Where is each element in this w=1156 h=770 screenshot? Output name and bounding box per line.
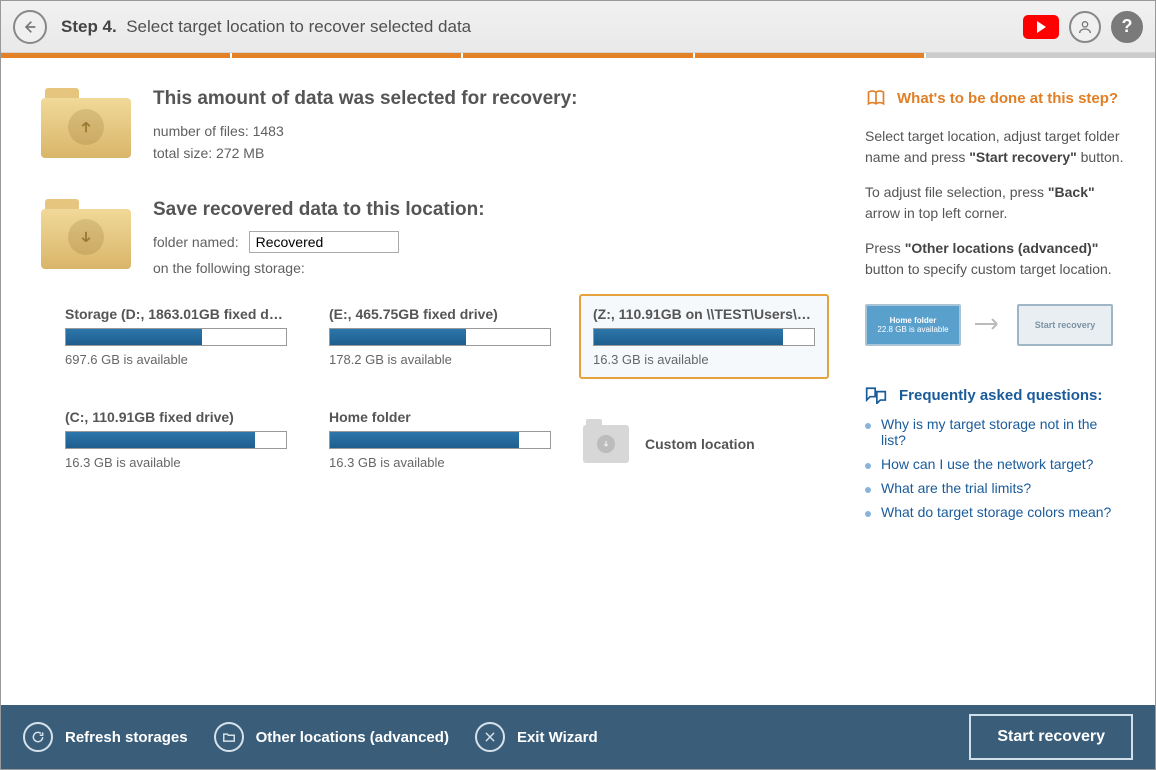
storage-available: 16.3 GB is available [65, 455, 287, 470]
storage-available: 697.6 GB is available [65, 352, 287, 367]
start-recovery-button[interactable]: Start recovery [969, 714, 1133, 760]
folder-name-label: folder named: [153, 231, 239, 253]
arrow-right-icon [975, 317, 1003, 334]
help-p2: To adjust file selection, press "Back" a… [865, 182, 1125, 224]
refresh-icon [23, 722, 53, 752]
folder-download-icon [583, 425, 629, 463]
storage-usage-bar [329, 431, 551, 449]
storage-name: (C:, 110.91GB fixed drive) [65, 409, 287, 425]
faq-list: Why is my target storage not in the list… [865, 416, 1125, 520]
help-diagram: Home folder 22.8 GB is available Start r… [865, 304, 1125, 346]
save-block: Save recovered data to this location: fo… [41, 199, 835, 280]
storage-grid: Storage (D:, 1863.01GB fixed drive) 697.6… [51, 294, 835, 482]
storage-available: 16.3 GB is available [593, 352, 815, 367]
storage-name: (Z:, 110.91GB on \\TEST\Users\Pu... [593, 306, 815, 322]
step-prefix: Step 4. [61, 17, 117, 36]
help-p3: Press "Other locations (advanced)" butto… [865, 238, 1125, 280]
faq-icon [865, 386, 887, 404]
diagram-target-box: Start recovery [1017, 304, 1113, 346]
help-p1: Select target location, adjust target fo… [865, 126, 1125, 168]
summary-files: number of files: 1483 [153, 120, 577, 142]
faq-link[interactable]: What do target storage colors mean? [881, 504, 1111, 520]
storage-name: Home folder [329, 409, 551, 425]
storage-name: (E:, 465.75GB fixed drive) [329, 306, 551, 322]
storage-option[interactable]: Storage (D:, 1863.01GB fixed drive) 697.6… [51, 294, 301, 379]
close-icon [475, 722, 505, 752]
faq-heading: Frequently asked questions: [865, 386, 1125, 404]
book-icon [865, 88, 887, 108]
exit-wizard-button[interactable]: Exit Wizard [475, 722, 598, 752]
save-sub: on the following storage: [153, 257, 485, 279]
storage-option[interactable]: Home folder 16.3 GB is available [315, 397, 565, 482]
faq-link[interactable]: How can I use the network target? [881, 456, 1093, 472]
footer-bar: Refresh storages Other locations (advanc… [1, 705, 1155, 769]
help-heading: What's to be done at this step? [865, 88, 1125, 108]
folder-icon [214, 722, 244, 752]
folder-name-input[interactable] [249, 231, 399, 253]
storage-option[interactable]: (C:, 110.91GB fixed drive) 16.3 GB is ava… [51, 397, 301, 482]
faq-item: Why is my target storage not in the list… [865, 416, 1125, 448]
storage-usage-bar [329, 328, 551, 346]
faq-item: What do target storage colors mean? [865, 504, 1125, 520]
storage-usage-bar [65, 431, 287, 449]
step-title: Step 4. Select target location to recove… [61, 17, 471, 37]
help-icon[interactable]: ? [1111, 11, 1143, 43]
storage-usage-bar [593, 328, 815, 346]
faq-link[interactable]: What are the trial limits? [881, 480, 1031, 496]
faq-item: What are the trial limits? [865, 480, 1125, 496]
youtube-icon[interactable] [1023, 15, 1059, 39]
storage-name: Storage (D:, 1863.01GB fixed drive) [65, 306, 287, 322]
faq-item: How can I use the network target? [865, 456, 1125, 472]
summary-block: This amount of data was selected for rec… [41, 88, 835, 165]
storage-option[interactable]: (Z:, 110.91GB on \\TEST\Users\Pu... 16.3 … [579, 294, 829, 379]
header: Step 4. Select target location to recove… [1, 1, 1155, 53]
custom-location-label: Custom location [645, 436, 755, 452]
save-title: Save recovered data to this location: [153, 199, 485, 221]
step-subtitle: Select target location to recover select… [126, 17, 471, 36]
storage-available: 16.3 GB is available [329, 455, 551, 470]
folder-download-icon [41, 199, 131, 269]
summary-size: total size: 272 MB [153, 142, 577, 164]
summary-title: This amount of data was selected for rec… [153, 88, 577, 110]
custom-location-button[interactable]: Custom location [579, 397, 829, 482]
faq-link[interactable]: Why is my target storage not in the list… [881, 416, 1125, 448]
storage-available: 178.2 GB is available [329, 352, 551, 367]
storage-option[interactable]: (E:, 465.75GB fixed drive) 178.2 GB is av… [315, 294, 565, 379]
diagram-source-box: Home folder 22.8 GB is available [865, 304, 961, 346]
account-icon[interactable] [1069, 11, 1101, 43]
back-button[interactable] [13, 10, 47, 44]
arrow-left-icon [22, 19, 38, 35]
refresh-storages-button[interactable]: Refresh storages [23, 722, 188, 752]
folder-upload-icon [41, 88, 131, 158]
storage-usage-bar [65, 328, 287, 346]
other-locations-button[interactable]: Other locations (advanced) [214, 722, 449, 752]
